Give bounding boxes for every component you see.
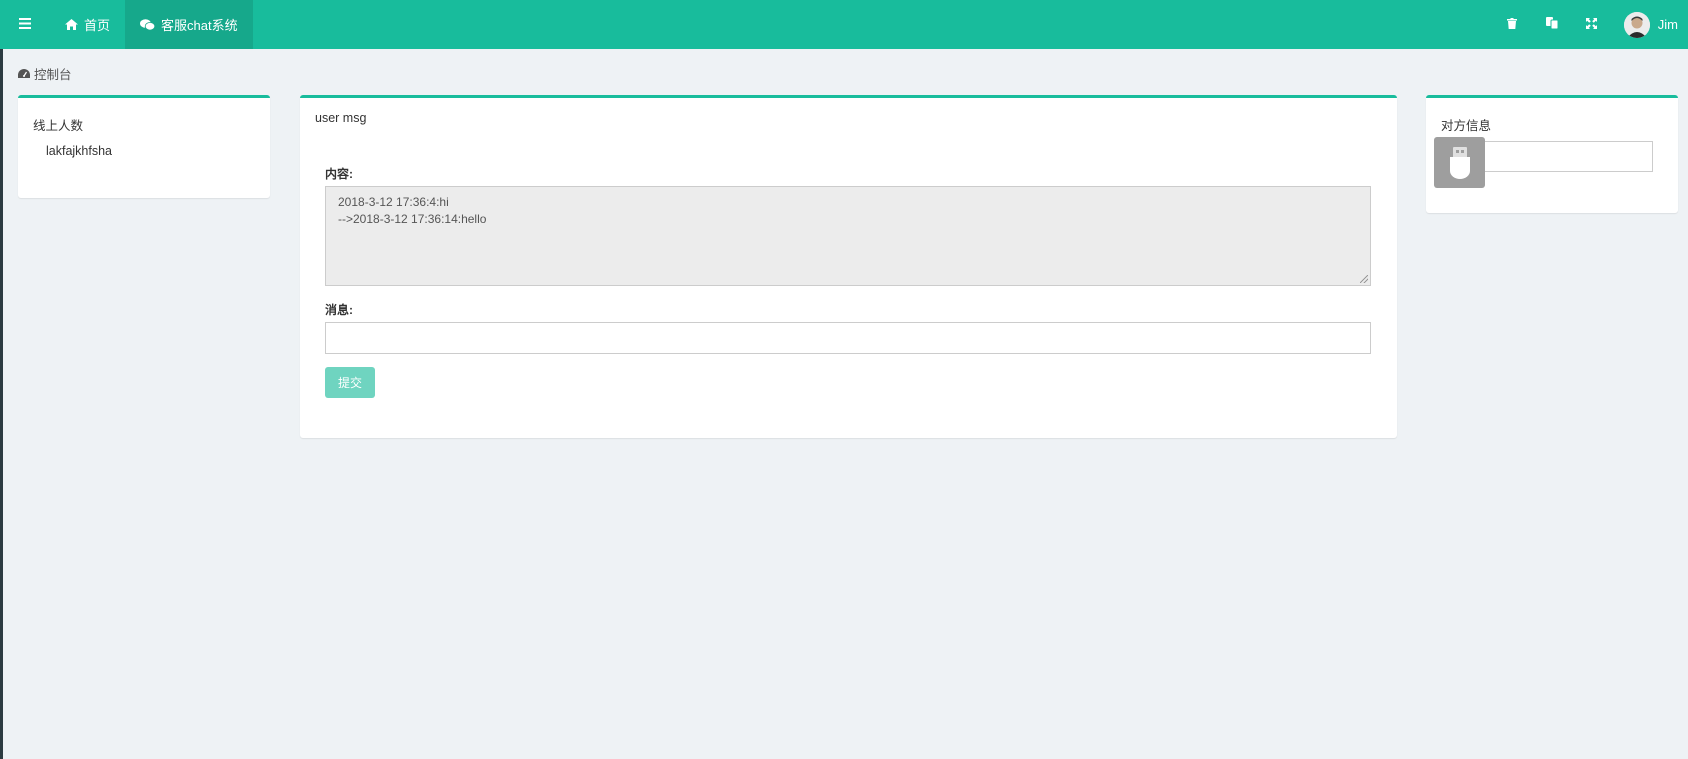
home-icon <box>65 19 78 30</box>
sidebar-toggle-button[interactable] <box>0 0 50 49</box>
dashboard-icon <box>18 68 30 79</box>
content-label: 内容: <box>325 167 353 181</box>
wechat-icon <box>140 18 156 31</box>
breadcrumb: 控制台 <box>18 64 72 83</box>
nav-tab-chat-system-label: 客服chat系统 <box>161 18 238 33</box>
chat-content-textarea[interactable]: 2018-3-12 17:36:4:hi -->2018-3-12 17:36:… <box>325 186 1371 286</box>
nav-tab-home-label: 首页 <box>84 18 111 33</box>
expand-icon <box>1586 17 1598 32</box>
chat-line: -->2018-3-12 17:36:14:hello <box>338 212 487 226</box>
user-menu[interactable]: Jim <box>1612 0 1688 49</box>
language-button[interactable] <box>1532 0 1572 49</box>
clear-cache-button[interactable] <box>1492 0 1532 49</box>
breadcrumb-label: 控制台 <box>34 68 72 82</box>
submit-button[interactable]: 提交 <box>325 367 375 398</box>
chat-panel: user msg 内容: 2018-3-12 17:36:4:hi -->201… <box>300 95 1397 438</box>
peer-info-title: 对方信息 <box>1441 119 1492 133</box>
left-edge-bar <box>0 0 3 759</box>
online-user-item[interactable]: lakfajkhfsha <box>46 144 112 158</box>
user-name: Jim <box>1657 17 1678 32</box>
chat-line: 2018-3-12 17:36:4:hi <box>338 195 449 209</box>
usb-drive-icon[interactable] <box>1434 137 1485 188</box>
online-users-panel: 线上人数 lakfajkhfsha <box>18 95 270 198</box>
language-icon <box>1545 17 1559 32</box>
avatar <box>1623 11 1650 38</box>
message-label: 消息: <box>325 303 353 317</box>
peer-info-panel: 对方信息 <box>1426 95 1678 213</box>
resize-grip-icon[interactable] <box>1360 275 1368 283</box>
nav-right: Jim <box>1492 0 1688 49</box>
bars-icon <box>19 17 31 32</box>
trash-icon <box>1506 17 1517 32</box>
online-users-title: 线上人数 <box>33 119 84 133</box>
nav-tab-chat-system[interactable]: 客服chat系统 <box>125 0 253 49</box>
fullscreen-button[interactable] <box>1572 0 1612 49</box>
chat-panel-title: user msg <box>315 111 367 125</box>
top-navbar: 首页 客服chat系统 Jim <box>0 0 1688 49</box>
nav-left: 首页 客服chat系统 <box>0 0 253 49</box>
nav-tab-home[interactable]: 首页 <box>50 0 125 49</box>
message-input[interactable] <box>325 322 1371 354</box>
